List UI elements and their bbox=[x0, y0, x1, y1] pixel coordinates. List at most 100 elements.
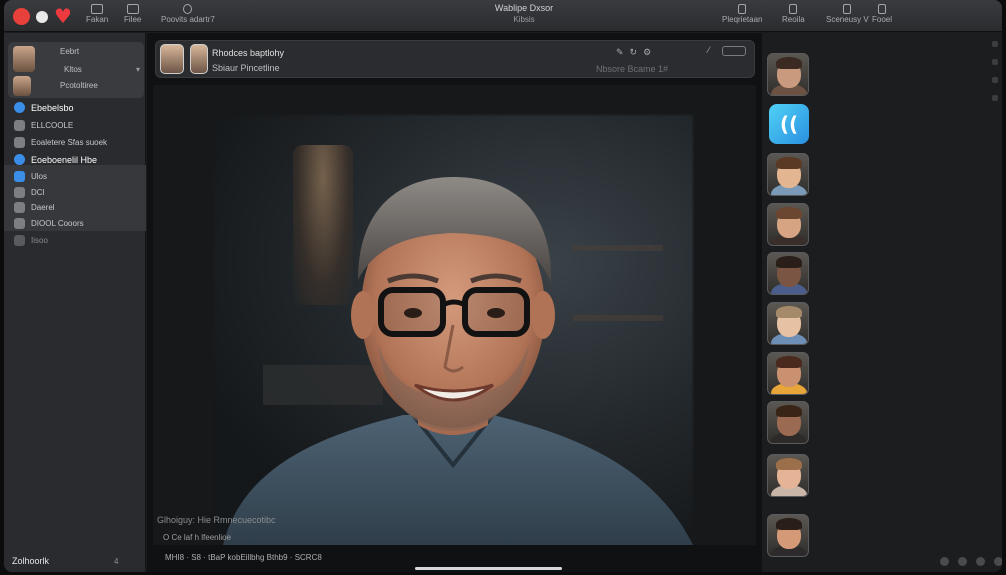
participant-1-thumbnail[interactable] bbox=[767, 53, 809, 96]
participant-hair bbox=[776, 306, 802, 318]
toolbar-label: Pleqrietaan bbox=[722, 15, 763, 24]
participant-4-thumbnail[interactable] bbox=[767, 252, 809, 295]
sidebar-footer-count: 4 bbox=[114, 557, 119, 566]
sidebar-item-1[interactable]: Ebebelsbo bbox=[14, 99, 144, 116]
participant-5-thumbnail[interactable] bbox=[767, 302, 809, 345]
participants-rail: (( bbox=[762, 33, 1002, 572]
sidebar-item-9[interactable]: Iisoo bbox=[14, 232, 144, 249]
participant-7-thumbnail[interactable] bbox=[767, 401, 809, 444]
sidebar-item-icon bbox=[14, 218, 25, 229]
participant-hair bbox=[776, 57, 802, 69]
sidebar-item-8[interactable]: DIOOL Cooors bbox=[14, 215, 144, 232]
refresh-icon[interactable]: ↻ bbox=[630, 47, 638, 58]
rail-control[interactable] bbox=[992, 59, 998, 65]
participant-hair bbox=[776, 458, 802, 470]
sidebar-item-label: Ebebelsbo bbox=[31, 102, 74, 113]
close-window-button[interactable] bbox=[13, 8, 30, 25]
sidebar-item-3[interactable]: Eoaletere Sfas suoek bbox=[14, 134, 144, 151]
participant-hair bbox=[776, 356, 802, 368]
toolbar-icon bbox=[738, 4, 747, 14]
call-status-pill[interactable] bbox=[722, 46, 746, 56]
sidebar-card-title: Eebrt bbox=[60, 47, 80, 56]
rail-bottom-control[interactable] bbox=[958, 557, 967, 566]
toolbar-icon bbox=[91, 4, 104, 14]
settings-icon[interactable]: ⚙ bbox=[643, 47, 651, 58]
toolbar-button-5[interactable]: Reoila bbox=[782, 4, 805, 24]
sidebar-footer-label[interactable]: Zolhoorlk bbox=[12, 556, 49, 566]
participant-2-thumbnail[interactable] bbox=[767, 153, 809, 196]
avatar bbox=[190, 44, 208, 74]
video-call-window: ♥ Fakan Filee Poovits adartr7 Wablipe Dx… bbox=[4, 0, 1002, 572]
toolbar-icon bbox=[843, 4, 852, 14]
sidebar-item-icon bbox=[14, 120, 25, 131]
toolbar-button-7[interactable]: Fooel bbox=[872, 4, 892, 24]
toolbar-label: Fakan bbox=[86, 15, 109, 24]
toolbar-button-1[interactable]: Fakan bbox=[86, 4, 108, 24]
participant-hair bbox=[776, 207, 802, 219]
toolbar-icon bbox=[789, 4, 798, 14]
rail-bottom-control[interactable] bbox=[994, 557, 1002, 566]
toolbar-button-2[interactable]: Filee bbox=[124, 4, 141, 24]
sidebar-item-icon bbox=[14, 154, 25, 165]
caption-line: Glhoiguy: Hie Rmnecuecotibc bbox=[157, 515, 276, 525]
sidebar-item-icon bbox=[14, 202, 25, 213]
rail-control[interactable] bbox=[992, 41, 998, 47]
avatar bbox=[13, 76, 31, 96]
rail-bottom-control[interactable] bbox=[976, 557, 985, 566]
chat-icon[interactable]: ✎ bbox=[616, 47, 624, 58]
participant-3-thumbnail[interactable] bbox=[767, 203, 809, 246]
minimize-window-button[interactable] bbox=[36, 10, 48, 23]
avatar bbox=[13, 46, 35, 72]
sidebar: Eebrt Kltos Pcotoltiree ▾ Ebebelsbo ELLC… bbox=[4, 33, 146, 572]
toolbar-label: Reoila bbox=[782, 15, 805, 24]
sidebar-item-5[interactable]: Ulos bbox=[14, 168, 144, 185]
sidebar-card-line: Pcotoltiree bbox=[60, 81, 98, 90]
edit-icon[interactable]: ⁄ bbox=[708, 45, 710, 55]
speaker-video[interactable] bbox=[153, 85, 756, 545]
sidebar-item-label: Eoaletere Sfas suoek bbox=[31, 138, 108, 147]
call-status-text: Nbsore Bcame 1# bbox=[596, 64, 669, 74]
toolbar-button-4[interactable]: Pleqrietaan bbox=[722, 4, 762, 24]
sidebar-item-label: DIOOL Cooors bbox=[31, 219, 84, 228]
rail-bottom-control[interactable] bbox=[940, 557, 949, 566]
caller-name: Rhodces baptlohy bbox=[212, 48, 285, 58]
toolbar-label: Sceneusy V bbox=[826, 15, 869, 24]
app-tile[interactable]: (( bbox=[769, 104, 809, 144]
window-subtitle-text: Kibsis bbox=[513, 15, 535, 24]
caption-line: MHI8 · S8 · tBaP kobEillbhg Bthb9 · SCRC… bbox=[165, 553, 322, 562]
sidebar-item-label: Daerel bbox=[31, 203, 55, 212]
call-info-icons: ✎ ↻ ⚙ bbox=[616, 47, 651, 58]
call-info-bar: Rhodces baptlohy Sbiaur Pincetline ✎ ↻ ⚙… bbox=[155, 40, 755, 78]
sidebar-account-card[interactable]: Eebrt Kltos Pcotoltiree ▾ bbox=[8, 42, 144, 98]
participant-6-thumbnail[interactable] bbox=[767, 352, 809, 395]
sidebar-item-icon bbox=[14, 235, 25, 246]
rail-bottom-controls bbox=[940, 557, 1002, 566]
window-title: Wablipe Dxsor Kibsis bbox=[454, 3, 594, 24]
window-title-text: Wablipe Dxsor bbox=[494, 3, 554, 13]
horizontal-scrollbar[interactable] bbox=[415, 567, 562, 570]
toolbar-button-3[interactable]: Poovits adartr7 bbox=[161, 4, 215, 24]
toolbar: ♥ Fakan Filee Poovits adartr7 Wablipe Dx… bbox=[4, 0, 1002, 32]
participant-8-thumbnail[interactable] bbox=[767, 454, 809, 497]
sidebar-item-2[interactable]: ELLCOOLE bbox=[14, 117, 144, 134]
window-controls: ♥ bbox=[13, 6, 72, 26]
toolbar-button-6[interactable]: Sceneusy V bbox=[826, 4, 869, 24]
sidebar-item-icon bbox=[14, 171, 25, 182]
participant-9-thumbnail[interactable] bbox=[767, 514, 809, 557]
chevron-down-icon[interactable]: ▾ bbox=[136, 65, 140, 74]
heart-icon[interactable]: ♥ bbox=[54, 6, 72, 26]
participant-hair bbox=[776, 157, 802, 169]
sidebar-item-7[interactable]: Daerel bbox=[14, 199, 144, 216]
sidebar-item-label: DCI bbox=[31, 188, 45, 197]
sidebar-item-icon bbox=[14, 102, 25, 113]
toolbar-label: Poovits adartr7 bbox=[161, 15, 215, 24]
sidebar-item-label: ELLCOOLE bbox=[31, 121, 74, 130]
sidebar-item-icon bbox=[14, 137, 25, 148]
rail-control[interactable] bbox=[992, 77, 998, 83]
rail-control[interactable] bbox=[992, 95, 998, 101]
toolbar-label: Filee bbox=[124, 15, 142, 24]
toolbar-label: Fooel bbox=[872, 15, 893, 24]
sidebar-item-4[interactable]: Eoeboenelil Hbe bbox=[14, 151, 144, 168]
rail-side-controls bbox=[992, 41, 998, 113]
toolbar-icon bbox=[878, 4, 886, 14]
